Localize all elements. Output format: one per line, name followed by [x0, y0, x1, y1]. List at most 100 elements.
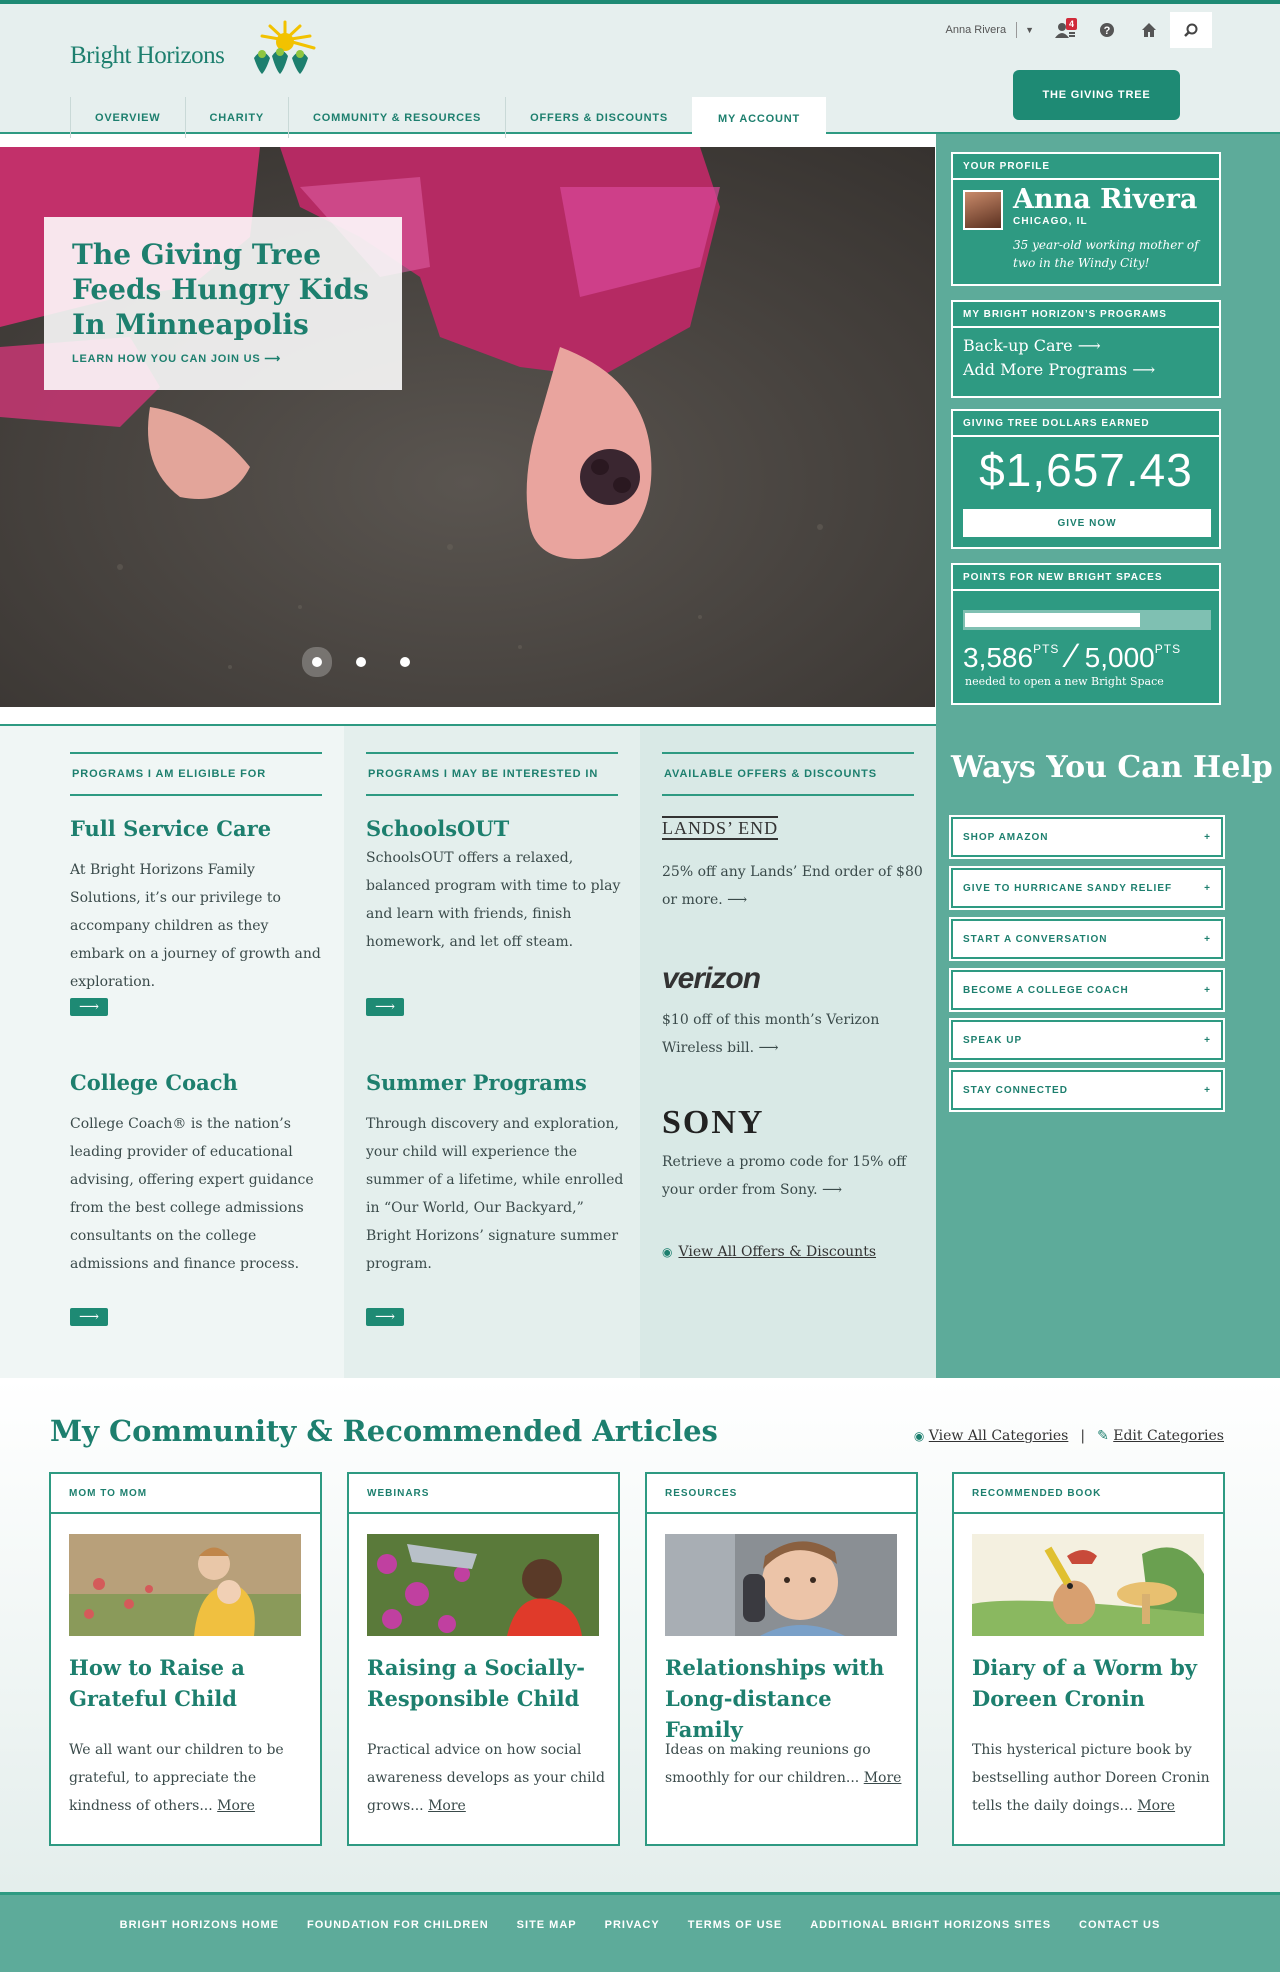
programs-box: MY BRIGHT HORIZON’S PROGRAMS Back-up Car…: [951, 300, 1221, 398]
edit-categories-label: Edit Categories: [1113, 1428, 1224, 1444]
article-image[interactable]: [69, 1534, 301, 1636]
footer-link-privacy[interactable]: PRIVACY: [605, 1919, 660, 1972]
points-progress-fill: [965, 613, 1140, 627]
divider: |: [1080, 1428, 1086, 1444]
notifications-icon[interactable]: 4: [1044, 12, 1086, 48]
tab-community-resources[interactable]: COMMUNITY & RESOURCES: [288, 97, 505, 138]
add-programs-link[interactable]: Add More Programs ⟶: [963, 358, 1209, 382]
programs-section: PROGRAMS I AM ELIGIBLE FOR Full Service …: [0, 724, 936, 1380]
site-footer: BRIGHT HORIZONS HOME FOUNDATION FOR CHIL…: [0, 1892, 1280, 1972]
plus-icon: +: [1204, 831, 1211, 843]
arrow-button[interactable]: ⟶: [70, 998, 108, 1016]
article-card[interactable]: MOM TO MOM How to Raise a Grateful Child…: [49, 1472, 322, 1846]
giving-tree-button[interactable]: THE GIVING TREE: [1013, 70, 1180, 120]
help-college-coach[interactable]: BECOME A COLLEGE COACH +: [951, 970, 1223, 1010]
card-title[interactable]: Diary of a Worm by Doreen Cronin: [972, 1652, 1212, 1714]
footer-link-foundation[interactable]: FOUNDATION FOR CHILDREN: [307, 1919, 489, 1972]
tab-offers-discounts[interactable]: OFFERS & DISCOUNTS: [505, 97, 692, 138]
help-start-conversation[interactable]: START A CONVERSATION +: [951, 919, 1223, 959]
svg-text:?: ?: [1104, 25, 1111, 37]
tab-overview[interactable]: OVERVIEW: [70, 97, 185, 138]
eligible-heading: PROGRAMS I AM ELIGIBLE FOR: [70, 752, 322, 796]
points-unit: PTS: [1033, 642, 1060, 656]
tab-my-account[interactable]: MY ACCOUNT: [692, 97, 826, 140]
more-link[interactable]: More: [864, 1770, 902, 1786]
chevron-down-icon[interactable]: ▼: [1025, 25, 1034, 35]
offer-text[interactable]: $10 off of this month’s Verizon Wireless…: [662, 1006, 924, 1062]
carousel-dot[interactable]: [356, 657, 366, 667]
help-label: SHOP AMAZON: [963, 831, 1049, 843]
view-all-offers-label: View All Offers & Discounts: [678, 1244, 877, 1260]
carousel-dots: [312, 657, 410, 667]
search-icon[interactable]: [1170, 12, 1212, 48]
arrow-button[interactable]: ⟶: [366, 998, 404, 1016]
site-header: Bright Horizons Anna Rivera ▼ 4 ? THE GI…: [0, 4, 1280, 140]
sony-logo[interactable]: SONY: [662, 1104, 764, 1142]
arrow-button[interactable]: ⟶: [70, 1308, 108, 1326]
tab-charity[interactable]: CHARITY: [184, 97, 289, 138]
help-speak-up[interactable]: SPEAK UP +: [951, 1020, 1223, 1060]
footer-link-contact[interactable]: CONTACT US: [1079, 1919, 1160, 1972]
arrow-button[interactable]: ⟶: [366, 1308, 404, 1326]
eligible-column: PROGRAMS I AM ELIGIBLE FOR Full Service …: [0, 726, 344, 1380]
card-category[interactable]: WEBINARS: [349, 1474, 618, 1514]
card-category[interactable]: RECOMMENDED BOOK: [954, 1474, 1223, 1514]
avatar: [963, 190, 1003, 230]
logo[interactable]: Bright Horizons: [70, 42, 225, 70]
card-title[interactable]: Raising a Socially-Responsible Child: [367, 1652, 607, 1714]
edit-categories[interactable]: ✎ Edit Categories: [1097, 1428, 1224, 1444]
article-card[interactable]: RESOURCES Relationships with Long-distan…: [645, 1472, 918, 1846]
carousel-dot[interactable]: [312, 657, 322, 667]
lands-end-logo[interactable]: LANDS’ END: [662, 816, 779, 840]
offer-text[interactable]: 25% off any Lands’ End order of $80 or m…: [662, 858, 924, 914]
plus-icon: +: [1204, 1084, 1211, 1096]
home-icon[interactable]: [1128, 12, 1170, 48]
profile-city: CHICAGO, IL: [1013, 216, 1088, 227]
help-icon[interactable]: ?: [1086, 12, 1128, 48]
profile-description: 35 year-old working mother of two in the…: [1013, 238, 1199, 270]
backup-care-link[interactable]: Back-up Care ⟶: [963, 334, 1209, 358]
article-image[interactable]: [665, 1534, 897, 1636]
article-card[interactable]: WEBINARS Raising a Socially-Responsible …: [347, 1472, 620, 1846]
footer-link-sitemap[interactable]: SITE MAP: [517, 1919, 577, 1972]
help-hurricane-sandy[interactable]: GIVE TO HURRICANE SANDY RELIEF +: [951, 868, 1223, 908]
footer-link-additional-sites[interactable]: ADDITIONAL BRIGHT HORIZONS SITES: [810, 1919, 1051, 1972]
article-image[interactable]: [972, 1534, 1204, 1636]
view-all-categories[interactable]: ◉ View All Categories: [914, 1428, 1069, 1444]
program-title[interactable]: Summer Programs: [366, 1070, 587, 1095]
plus-icon: +: [1204, 1034, 1211, 1046]
footer-link-terms[interactable]: TERMS OF USE: [688, 1919, 783, 1972]
profile-name: Anna Rivera: [1013, 184, 1198, 215]
programs-heading: MY BRIGHT HORIZON’S PROGRAMS: [953, 302, 1219, 328]
help-shop-amazon[interactable]: SHOP AMAZON +: [951, 817, 1223, 857]
view-all-offers[interactable]: ◉ View All Offers & Discounts: [662, 1244, 876, 1260]
hero-link[interactable]: LEARN HOW YOU CAN JOIN US ⟶: [72, 352, 374, 365]
card-excerpt: Ideas on making reunions go smoothly for…: [665, 1742, 871, 1786]
article-image[interactable]: [367, 1534, 599, 1636]
program-title[interactable]: Full Service Care: [70, 816, 271, 841]
eye-icon: ◉: [913, 1429, 925, 1443]
more-link[interactable]: More: [1137, 1798, 1175, 1814]
card-category[interactable]: MOM TO MOM: [51, 1474, 320, 1514]
divider: [1016, 22, 1018, 38]
card-title[interactable]: Relationships with Long-distance Family: [665, 1652, 905, 1745]
more-link[interactable]: More: [428, 1798, 466, 1814]
give-now-button[interactable]: GIVE NOW: [963, 509, 1211, 537]
more-link[interactable]: More: [217, 1798, 255, 1814]
offer-text[interactable]: Retrieve a promo code for 15% off your o…: [662, 1148, 924, 1204]
help-stay-connected[interactable]: STAY CONNECTED +: [951, 1070, 1223, 1110]
card-category[interactable]: RESOURCES: [647, 1474, 916, 1514]
hero-carousel[interactable]: The Giving Tree Feeds Hungry Kids In Min…: [0, 147, 935, 707]
divider: ∕: [1069, 637, 1075, 675]
user-name[interactable]: Anna Rivera: [946, 24, 1007, 36]
card-title[interactable]: How to Raise a Grateful Child: [69, 1652, 309, 1714]
footer-link-home[interactable]: BRIGHT HORIZONS HOME: [120, 1919, 279, 1972]
program-title[interactable]: SchoolsOUT: [366, 816, 509, 841]
article-card[interactable]: RECOMMENDED BOOK Diary of a Worm by Dore…: [952, 1472, 1225, 1846]
verizon-logo[interactable]: verizon: [662, 962, 761, 996]
program-title[interactable]: College Coach: [70, 1070, 238, 1095]
carousel-dot[interactable]: [400, 657, 410, 667]
account-sidebar: YOUR PROFILE Anna Rivera CHICAGO, IL 35 …: [936, 134, 1280, 1378]
main-nav: OVERVIEW CHARITY COMMUNITY & RESOURCES O…: [70, 97, 826, 140]
profile-box: YOUR PROFILE Anna Rivera CHICAGO, IL 35 …: [951, 152, 1221, 286]
